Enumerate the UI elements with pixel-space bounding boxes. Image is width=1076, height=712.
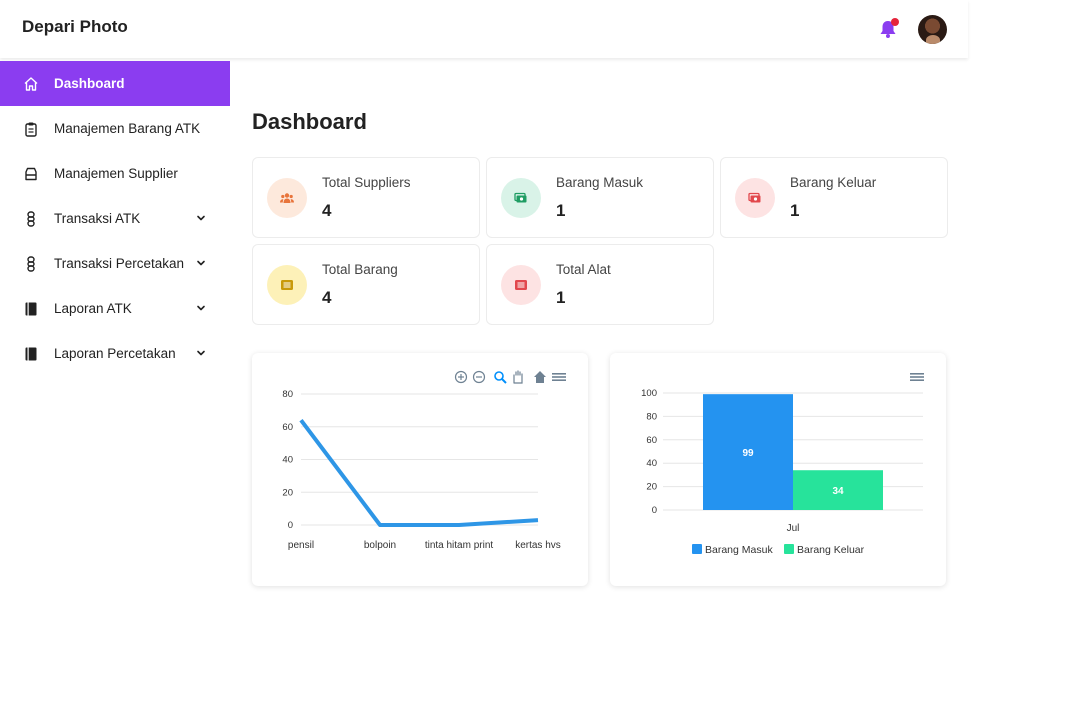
sidebar-item-label: Laporan ATK	[54, 301, 132, 316]
sidebar-item-laporan-percetakan[interactable]: Laporan Percetakan	[0, 331, 230, 376]
stat-card-label: Total Barang	[322, 262, 398, 277]
chain-icon	[23, 210, 39, 227]
menu-icon[interactable]	[910, 373, 924, 381]
bar-chart: 100 80 60 40 20 0 99 34 Jul Barang Masuk Barang Ke…	[641, 373, 924, 556]
notification-dot	[891, 18, 899, 26]
x-tick-label: tinta hitam print	[425, 540, 494, 551]
money-icon	[501, 178, 541, 218]
stat-card-total-barang: Total Barang 4	[252, 244, 480, 325]
page-title: Dashboard	[252, 109, 367, 134]
menu-icon[interactable]	[552, 373, 566, 381]
x-tick-label: bolpoin	[364, 540, 396, 551]
stat-card-value: 1	[556, 201, 566, 220]
stat-card-total-suppliers: Total Suppliers 4	[252, 157, 480, 238]
book-icon	[23, 301, 39, 317]
stat-card-barang-masuk: Barang Masuk 1	[486, 157, 714, 238]
stat-card-value: 4	[322, 201, 332, 220]
home-icon[interactable]	[534, 371, 546, 383]
series-line	[299, 418, 539, 527]
legend-swatch	[692, 544, 702, 554]
y-tick-label: 80	[646, 411, 657, 422]
y-tick-label: 60	[646, 435, 657, 446]
chevron-down-icon[interactable]	[196, 301, 206, 311]
chevron-down-icon[interactable]	[196, 256, 206, 266]
bar-chart-panel: 100 80 60 40 20 0 99 34 Jul Barang Masuk Barang Ke…	[610, 353, 946, 586]
box-icon	[23, 166, 39, 182]
list-icon	[267, 265, 307, 305]
pan-hand-icon[interactable]	[513, 370, 523, 384]
users-icon	[267, 178, 307, 218]
top-header: Depari Photo	[0, 0, 968, 58]
x-tick-label: pensil	[288, 540, 314, 551]
sidebar-item-laporan-atk[interactable]: Laporan ATK	[0, 286, 230, 331]
sidebar-item-manajemen-barang-atk[interactable]: Manajemen Barang ATK	[0, 106, 230, 151]
sidebar-item-label: Transaksi Percetakan	[54, 256, 185, 271]
y-tick-label: 40	[282, 455, 293, 466]
sidebar-item-label: Laporan Percetakan	[54, 346, 176, 361]
zoom-in-icon[interactable]	[454, 370, 468, 384]
line-chart: 80 60 40 20 0 pensil bolpoin tinta hitam print k…	[282, 370, 566, 551]
clipboard-icon	[23, 121, 39, 137]
sidebar-item-transaksi-atk[interactable]: Transaksi ATK	[0, 196, 230, 241]
chevron-down-icon[interactable]	[196, 211, 206, 221]
stat-card-total-alat: Total Alat 1	[486, 244, 714, 325]
sidebar-item-transaksi-percetakan[interactable]: Transaksi Percetakan	[0, 241, 230, 286]
sidebar-item-manajemen-supplier[interactable]: Manajemen Supplier	[0, 151, 230, 196]
sidebar-item-label: Dashboard	[54, 76, 125, 91]
y-tick-label: 20	[646, 482, 657, 493]
legend-label: Barang Keluar	[797, 544, 865, 556]
stat-card-value: 4	[322, 288, 332, 307]
money-icon	[735, 178, 775, 218]
stat-card-label: Total Suppliers	[322, 175, 411, 190]
stat-card-value: 1	[790, 201, 800, 220]
y-tick-label: 20	[282, 487, 293, 498]
line-chart-panel: 80 60 40 20 0 pensil bolpoin tinta hitam print k…	[252, 353, 588, 586]
app-title[interactable]: Depari Photo	[22, 17, 128, 37]
home-icon	[23, 76, 39, 92]
x-tick-label: Jul	[787, 523, 800, 534]
stat-card-value: 1	[556, 288, 566, 307]
data-label: 34	[832, 486, 844, 497]
sidebar-item-label: Manajemen Barang ATK	[54, 121, 201, 136]
y-tick-label: 60	[282, 422, 293, 433]
chart-toolbar	[454, 370, 566, 384]
list-icon	[501, 265, 541, 305]
y-tick-label: 0	[652, 505, 657, 516]
sidebar-item-label: Transaksi ATK	[54, 211, 141, 226]
sidebar-item-label: Manajemen Supplier	[54, 166, 178, 181]
y-tick-label: 0	[288, 520, 293, 531]
zoom-out-icon[interactable]	[472, 370, 486, 384]
book-icon	[23, 346, 39, 362]
sidebar: Dashboard Manajemen Barang ATK Manajemen S…	[0, 61, 230, 376]
sidebar-item-dashboard[interactable]: Dashboard	[0, 61, 230, 106]
stat-card-label: Total Alat	[556, 262, 611, 277]
y-tick-label: 40	[646, 458, 657, 469]
chain-icon	[23, 255, 39, 272]
stat-card-barang-keluar: Barang Keluar 1	[720, 157, 948, 238]
chevron-down-icon[interactable]	[196, 346, 206, 356]
legend-swatch	[784, 544, 794, 554]
avatar[interactable]	[918, 15, 947, 44]
stat-card-label: Barang Keluar	[790, 175, 877, 190]
y-tick-label: 100	[641, 388, 657, 399]
y-tick-label: 80	[282, 389, 293, 400]
stat-card-label: Barang Masuk	[556, 175, 644, 190]
magnifier-icon[interactable]	[494, 371, 507, 384]
data-label: 99	[742, 448, 754, 459]
x-tick-label: kertas hvs	[515, 540, 561, 551]
legend-label: Barang Masuk	[705, 544, 773, 556]
